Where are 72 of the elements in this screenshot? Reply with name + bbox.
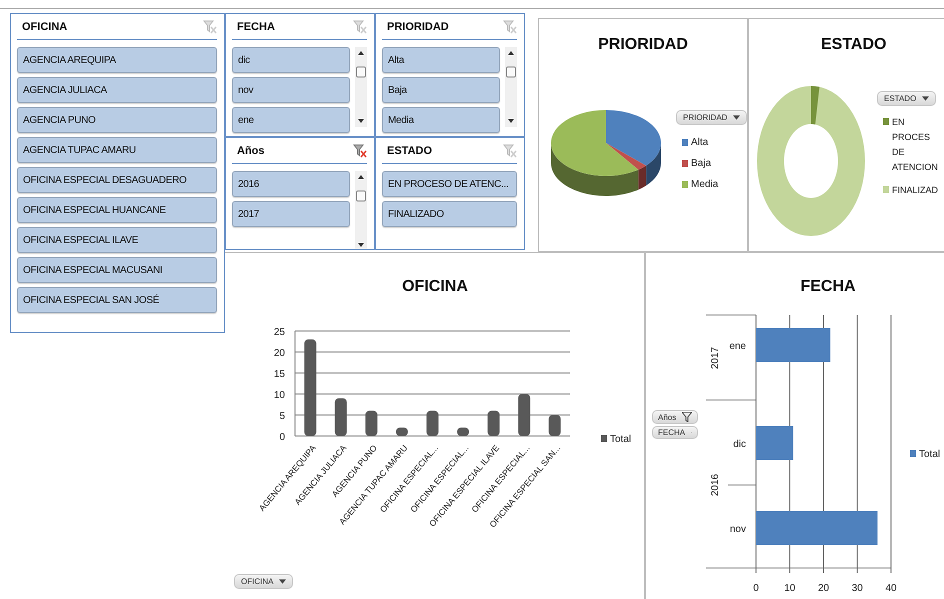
chart-title: FECHA [800,278,856,295]
scrollbar[interactable] [355,47,367,127]
slicer-item[interactable]: EN PROCESO DE ATENC... [382,171,517,197]
legend-label: Alta [691,137,708,148]
chart-title: OFICINA [402,278,468,295]
legend-label: Total [610,434,632,445]
slicer-title: Años [237,145,264,157]
slicer-title: FECHA [237,21,275,33]
field-button[interactable]: OFICINA [234,574,294,589]
slicer-item[interactable]: nov [232,77,350,103]
slicer-item[interactable]: OFICINA ESPECIAL DESAGUADERO [17,167,217,193]
field-button[interactable]: PRIORIDAD [676,110,747,125]
field-button[interactable]: Años [652,410,698,424]
category-label: nov [730,524,746,535]
caret-icon [922,96,930,101]
axis-tick-label: 20 [274,348,285,359]
bar [488,410,500,436]
legend-label: Media [691,179,718,190]
axis-tick-label: 0 [753,583,759,594]
slicer-item[interactable]: OFICINA ESPECIAL HUANCANE [17,197,217,223]
slicer-item[interactable]: Alta [382,47,500,73]
group-label: 2016 [710,474,721,496]
axis-tick-label: 15 [274,369,285,380]
axis-tick-label: 5 [279,411,285,422]
field-button[interactable]: FECHA [652,426,698,439]
legend-label: Baja [691,158,712,169]
chart-title: PRIORIDAD [597,36,689,54]
slicer-title: ESTADO [387,145,432,157]
bar [756,426,794,460]
axis-tick-label: 30 [852,583,863,594]
category-label: dic [733,439,746,450]
bar [334,398,347,436]
bar [457,428,470,436]
bar [426,410,438,436]
scrollbar[interactable] [355,171,367,249]
axis-tick-label: 10 [274,390,285,401]
axis-tick-label: 20 [818,583,830,594]
slicer-item[interactable]: ene [232,107,350,133]
slicer-item[interactable]: AGENCIA AREQUIPA [17,47,217,73]
bar [365,410,378,436]
slicer-item[interactable]: OFICINA ESPECIAL MACUSANI [17,257,217,283]
slicer-title: OFICINA [22,21,68,33]
axis-tick-label: 10 [784,583,796,594]
bar [518,394,530,436]
slicer-item[interactable]: FINALIZADO [382,201,517,227]
slicer-item[interactable]: dic [232,47,350,73]
axis-tick-label: 40 [885,583,897,594]
chart-title: ESTADO [820,36,888,54]
legend-label: Total [919,449,940,460]
slicer-item[interactable]: Baja [382,77,500,103]
slicer-item[interactable]: Media [382,107,500,133]
caret-icon [733,115,740,120]
slicer-item[interactable]: AGENCIA JULIACA [17,77,217,103]
slicer-item[interactable]: 2016 [232,171,350,197]
scrollbar[interactable] [505,47,517,127]
slicer-item[interactable]: OFICINA ESPECIAL SAN JOSÉ [17,287,217,313]
category-label: ene [729,341,746,352]
axis-tick-label: 0 [279,432,285,443]
clear-filter-icon[interactable] [353,144,367,158]
slicer-item[interactable]: 2017 [232,201,350,227]
bar [396,428,408,436]
slicer-item[interactable]: OFICINA ESPECIAL ILAVE [17,227,217,253]
legend-label: EN PROCES DE ATENCION [892,116,939,174]
field-button[interactable]: ESTADO [877,91,936,106]
caret-icon [279,579,286,584]
slicer-item[interactable]: AGENCIA TUPAC AMARU [17,137,217,163]
slicer-item[interactable]: AGENCIA PUNO [17,107,217,133]
slicer-title: PRIORIDAD [387,21,449,33]
legend-label: FINALIZAD [892,184,940,197]
axis-tick-label: 25 [274,327,285,338]
bar [548,415,561,436]
group-label: 2017 [710,346,721,370]
